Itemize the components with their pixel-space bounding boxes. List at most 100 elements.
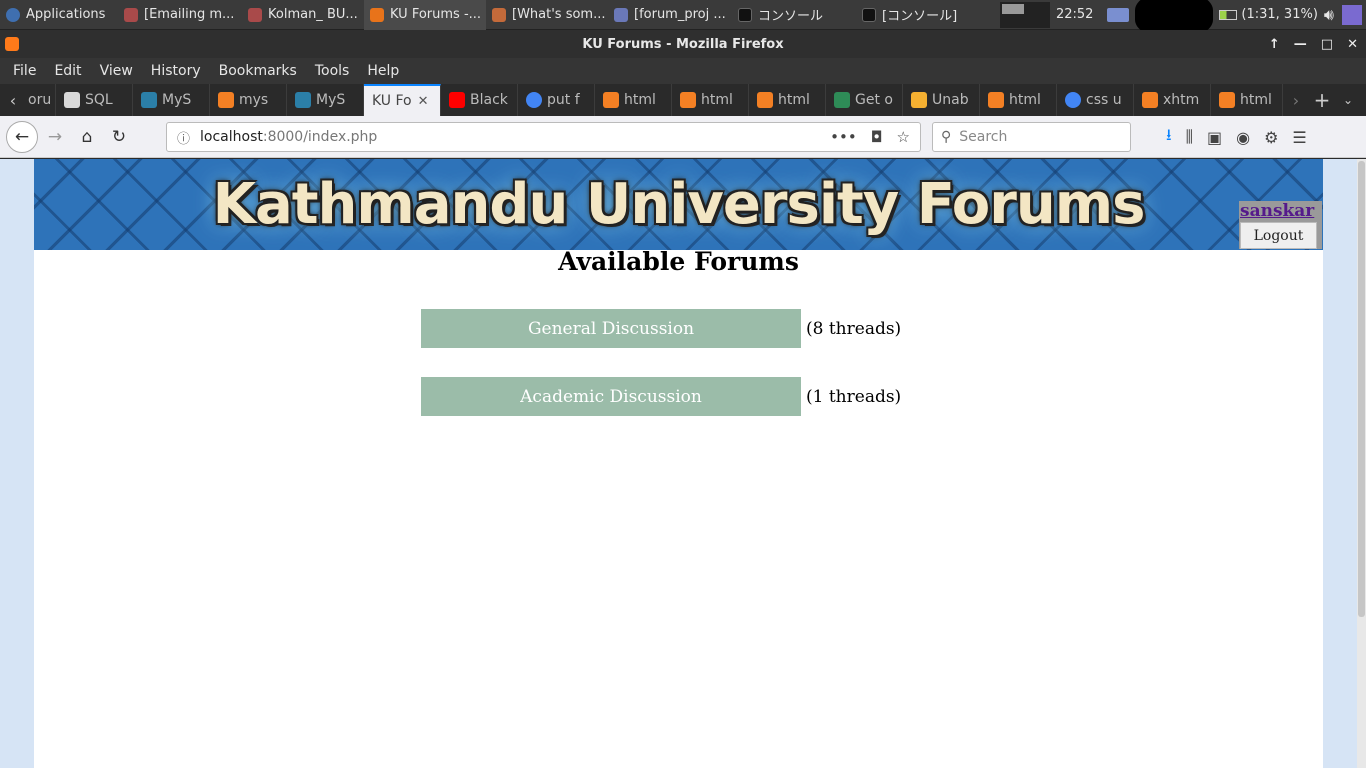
menu-view[interactable]: View [91,63,142,79]
browser-tab[interactable]: html [672,84,749,116]
taskbar-app[interactable]: [What's som... [486,0,608,30]
browser-tab[interactable]: html [980,84,1057,116]
settings-gear-icon[interactable]: ⚙ [1264,128,1278,147]
document-icon [124,7,138,22]
youtube-icon [449,92,465,108]
back-button[interactable]: ← [6,120,38,153]
browser-tab[interactable]: Get o [826,84,903,116]
scroll-tabs-right-icon[interactable]: › [1283,84,1309,116]
browser-tab[interactable]: mys [210,84,287,116]
reload-button[interactable]: ↻ [104,122,134,152]
volume-icon[interactable]: 🔊︎ [1324,5,1334,25]
browser-tab[interactable]: oru [26,84,56,116]
browser-tab[interactable]: html [749,84,826,116]
username-link[interactable]: sanskar [1240,201,1314,221]
document-icon [248,7,262,22]
forum-link[interactable]: General Discussion [421,309,801,348]
taskbar-app-label: KU Forums -... [390,7,482,22]
browser-tab[interactable]: Black [441,84,518,116]
browser-tab[interactable]: Unab [903,84,980,116]
menu-history[interactable]: History [142,63,210,79]
browser-tab[interactable]: css u [1057,84,1134,116]
menu-bookmarks[interactable]: Bookmarks [210,63,306,79]
scroll-tabs-left-icon[interactable]: ‹ [0,84,26,116]
stackoverflow-icon [680,92,696,108]
url-path: :8000/index.php [262,129,378,145]
mysql-icon [141,92,157,108]
taskbar-app[interactable]: [コンソール] [856,0,986,30]
maximize-icon[interactable]: □ [1321,37,1333,52]
taskbar-app[interactable]: [forum_proj ... [608,0,732,30]
page-actions-icon[interactable]: ••• [830,128,857,146]
taskbar-app[interactable]: コンソール [732,0,856,30]
taskbar-app-label: Applications [26,7,106,22]
search-bar[interactable]: ⚲ Search [932,122,1131,152]
tab-label: html [624,92,656,108]
toolbar-buttons: ⭳ ⫼ ▣ ◉ ⚙ ☰ [1166,116,1307,158]
minimize-icon[interactable]: — [1294,37,1307,52]
list-all-tabs-icon[interactable]: ⌄ [1335,84,1361,116]
mysql-icon [295,92,311,108]
forward-button[interactable]: → [40,122,70,152]
applications-menu[interactable]: Applications [0,0,118,30]
menu-edit[interactable]: Edit [45,63,90,79]
taskbar-app[interactable]: Kolman_ BU... [242,0,364,30]
close-tab-icon[interactable]: ✕ [418,94,429,109]
taskbar-app-label: [forum_proj ... [634,7,726,22]
system-taskbar: Applications [Emailing m... Kolman_ BU..… [0,0,1366,38]
hamburger-menu-icon[interactable]: ☰ [1292,128,1306,147]
window-up-icon[interactable]: ↑ [1269,37,1280,52]
page-title: Available Forums [558,247,799,276]
browser-tab[interactable]: html [1211,84,1283,116]
tab-label: css u [1086,92,1122,108]
browser-icon [492,7,506,22]
window-controls: ↑ — □ ✕ [1269,30,1358,58]
taskbar-app-label: [Emailing m... [144,7,235,22]
tab-label: SQL [85,92,113,108]
forum-link[interactable]: Academic Discussion [421,377,801,416]
browser-tab[interactable]: put f [518,84,595,116]
browser-tab-active[interactable]: KU Fo ✕ [364,84,441,116]
browser-tab[interactable]: MyS [287,84,364,116]
menu-tools[interactable]: Tools [306,63,359,79]
bookmark-star-icon[interactable]: ☆ [897,128,910,146]
home-button[interactable]: ⌂ [72,122,102,152]
tab-favicon-icon [64,92,80,108]
stackoverflow-icon [1219,92,1235,108]
extension-icon[interactable]: ◉ [1236,128,1250,147]
browser-tab[interactable]: SQL [56,84,133,116]
banner-title: Kathmandu University Forums [212,172,1146,237]
menu-file[interactable]: File [4,63,45,79]
browser-tab[interactable]: xhtm [1134,84,1211,116]
network-icon[interactable] [1107,7,1130,22]
pocket-icon[interactable]: ◘ [871,128,883,146]
browser-tab[interactable]: MyS [133,84,210,116]
tab-label: Unab [932,92,969,108]
menu-help[interactable]: Help [358,63,408,79]
firefox-icon [370,7,384,22]
close-icon[interactable]: ✕ [1347,37,1358,52]
new-tab-icon[interactable]: + [1309,84,1335,116]
workspace-switcher[interactable] [999,1,1050,28]
stackoverflow-icon [603,92,619,108]
battery-icon[interactable] [1219,9,1238,20]
tab-label: put f [547,92,580,108]
page-viewport: Kathmandu University Forums sanskar Logo… [0,159,1366,768]
terminal-icon [862,7,876,22]
browser-tab[interactable]: html [595,84,672,116]
sidebar-icon[interactable]: ▣ [1207,128,1222,147]
thread-count: (8 threads) [806,318,902,339]
tab-label: Get o [855,92,893,108]
logout-button[interactable]: Logout [1240,222,1317,249]
user-menu-icon[interactable] [1342,4,1362,25]
downloads-icon[interactable]: ⭳ [1166,124,1172,151]
taskbar-app[interactable]: [Emailing m... [118,0,242,30]
library-icon[interactable]: ⫼ [1186,127,1193,147]
page-body: Kathmandu University Forums sanskar Logo… [34,159,1323,768]
taskbar-app-active[interactable]: KU Forums -... [364,0,486,30]
system-tray: 22:52 (1:31, 31%) 🔊︎ [999,0,1366,38]
url-bar[interactable]: ⓘ localhost :8000/index.php ••• ◘ ☆ [166,122,921,152]
site-info-icon[interactable]: ⓘ [177,128,190,147]
google-icon [1065,92,1081,108]
scrollbar-thumb[interactable] [1358,161,1365,617]
